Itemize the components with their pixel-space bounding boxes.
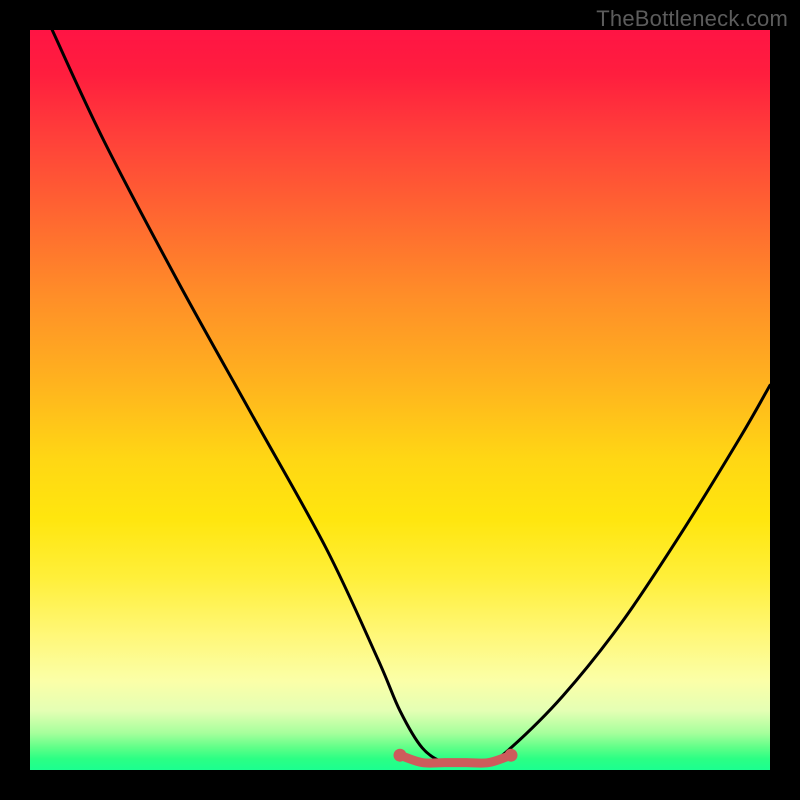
flat-red-endpoint-1 (505, 749, 518, 762)
black-curve-path (52, 30, 770, 764)
watermark-text: TheBottleneck.com (596, 6, 788, 32)
flat-red-endpoint-0 (394, 749, 407, 762)
flat-red-segment-path (400, 755, 511, 763)
curve-layer (30, 30, 770, 770)
flat-red-segment (394, 749, 518, 763)
chart-frame: TheBottleneck.com (0, 0, 800, 800)
black-curve (52, 30, 770, 764)
plot-area (30, 30, 770, 770)
